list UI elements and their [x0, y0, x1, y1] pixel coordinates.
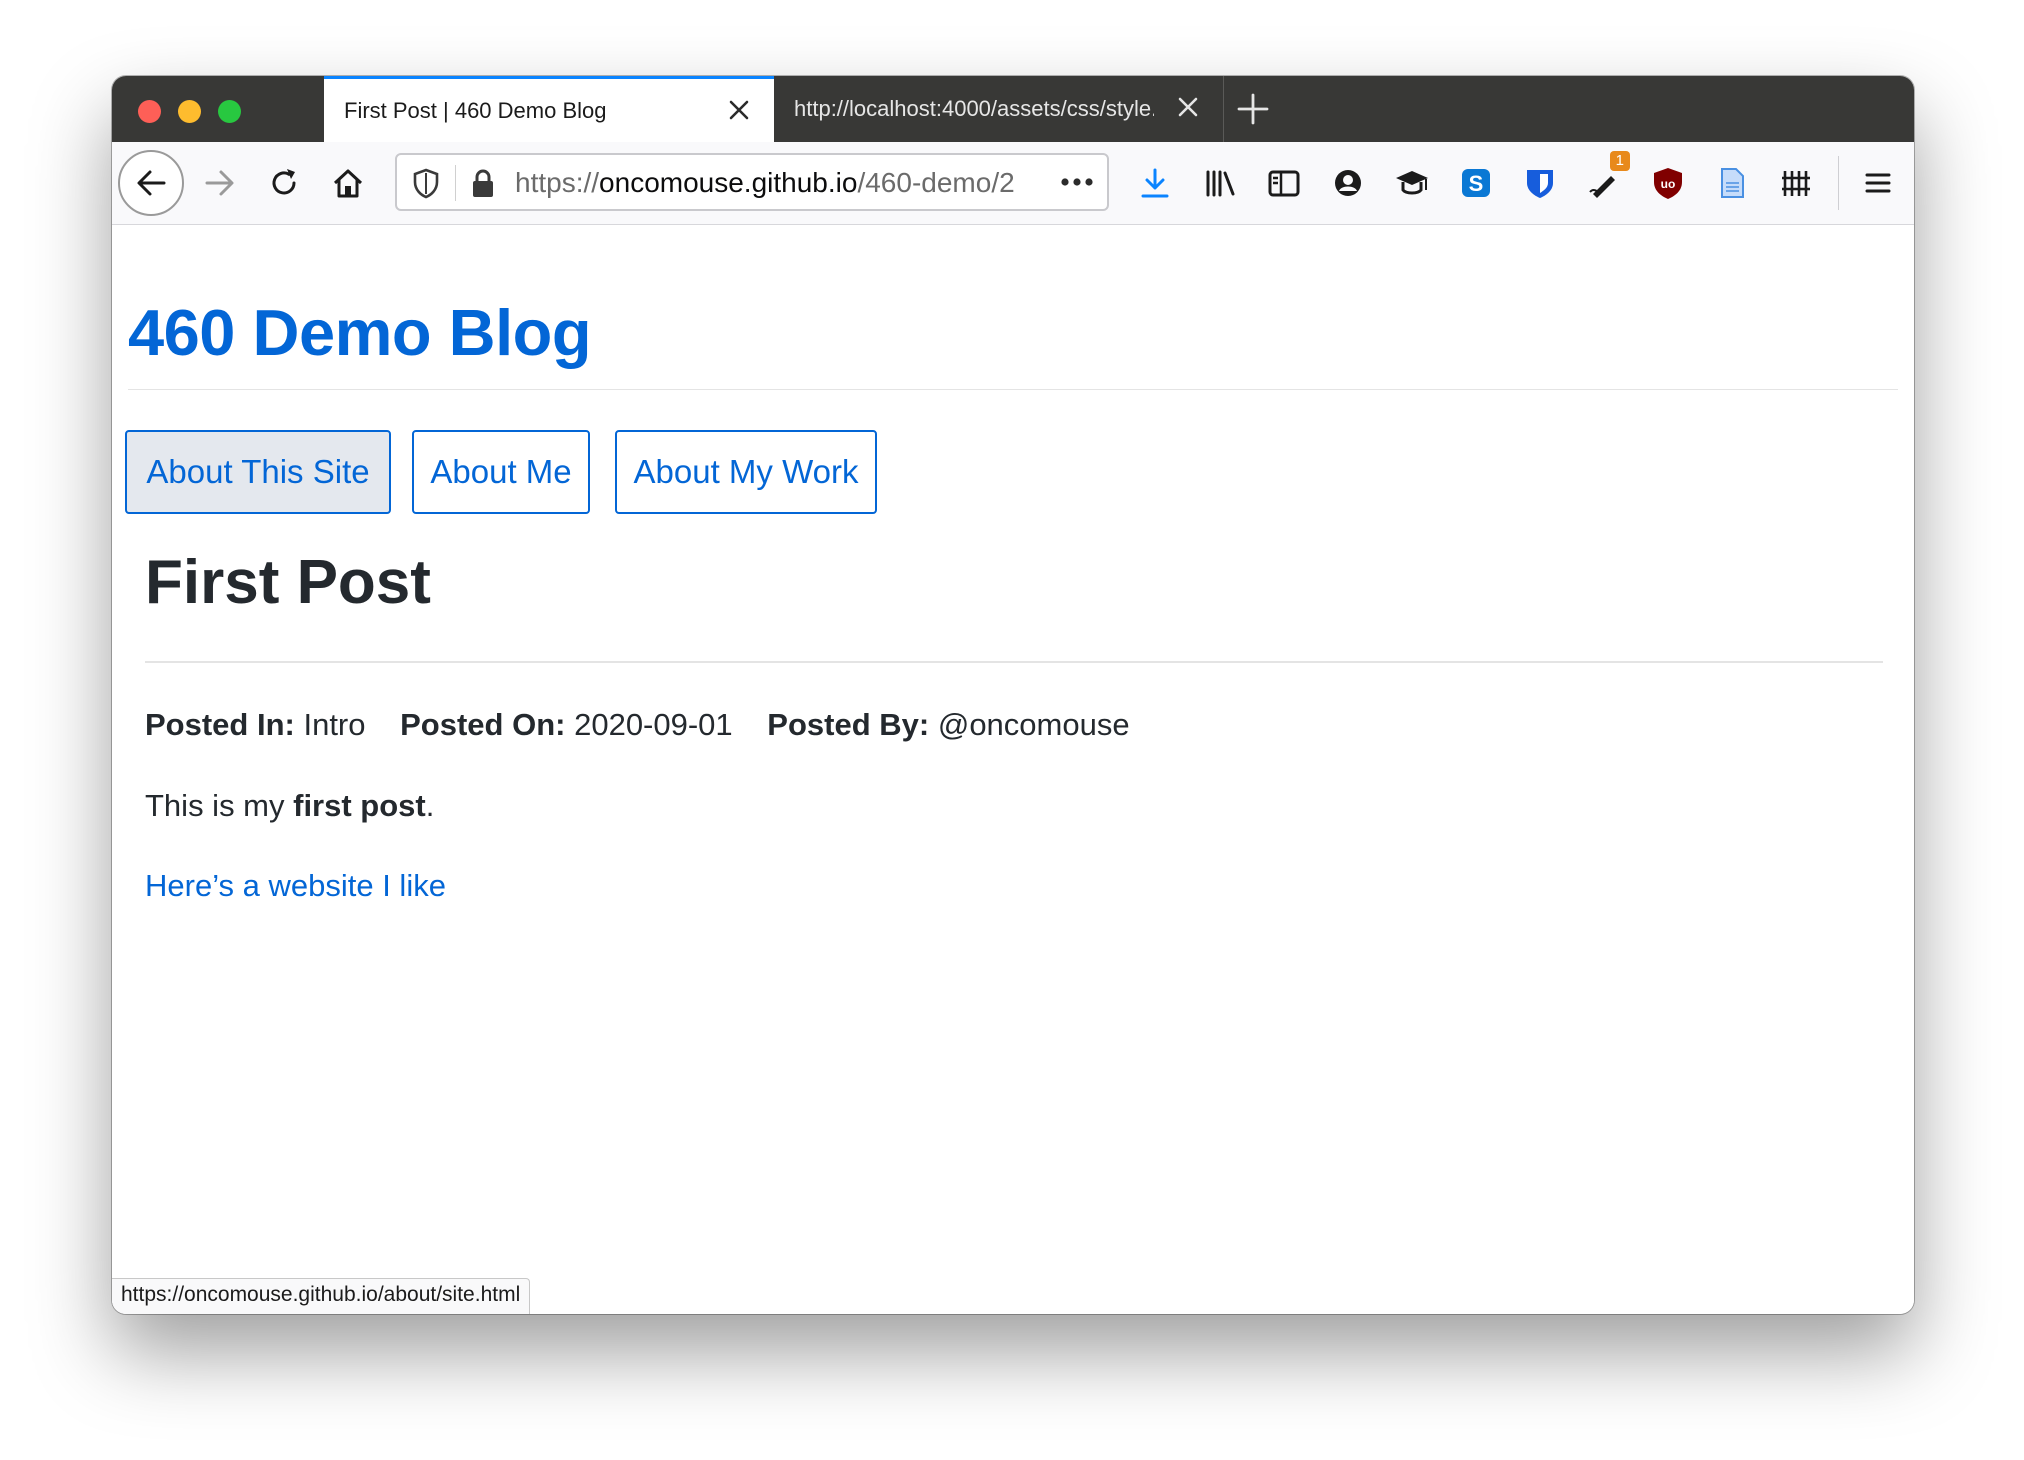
- fence-icon: [1782, 171, 1810, 196]
- library-icon: [1206, 170, 1235, 197]
- new-tab-icon[interactable]: [1236, 92, 1270, 126]
- meta-category: Intro: [303, 707, 366, 742]
- download-icon: [1141, 168, 1169, 198]
- nav-about-this-site[interactable]: About This Site: [125, 430, 391, 514]
- close-tab-icon[interactable]: [1173, 92, 1203, 122]
- extension-ublock-button[interactable]: uo: [1646, 161, 1690, 205]
- body-suffix: .: [425, 788, 435, 823]
- extension-bitwarden-button[interactable]: [1518, 161, 1562, 205]
- downloads-button[interactable]: [1133, 161, 1177, 205]
- home-button[interactable]: [326, 161, 370, 205]
- bitwarden-icon: [1527, 170, 1553, 198]
- window-close-button[interactable]: [138, 100, 161, 123]
- extension-pen-icon: [1589, 176, 1615, 198]
- url-host: oncomouse.github.io: [599, 167, 858, 198]
- post-body: This is my first post.: [145, 788, 434, 824]
- meta-date-label: Posted On:: [400, 707, 566, 742]
- header-divider: [128, 389, 1898, 390]
- account-icon: [1335, 170, 1361, 196]
- url-bar[interactable]: https://oncomouse.github.io/460-demo/2: [395, 153, 1109, 211]
- reload-icon: [272, 169, 296, 195]
- account-button[interactable]: [1326, 161, 1370, 205]
- extension-badge: 1: [1609, 151, 1630, 171]
- toolbar-separator: [1838, 156, 1839, 210]
- nav-about-my-work[interactable]: About My Work: [615, 430, 877, 514]
- extension-pen-button[interactable]: 1: [1582, 151, 1630, 205]
- back-button[interactable]: [118, 150, 184, 216]
- close-tab-icon[interactable]: [724, 95, 754, 125]
- library-button[interactable]: [1198, 161, 1242, 205]
- skype-icon: S: [1462, 169, 1490, 197]
- forward-icon: [205, 170, 234, 196]
- browser-window: First Post | 460 Demo Blog http://localh…: [112, 76, 1914, 1314]
- meta-author-label: Posted By:: [767, 707, 930, 742]
- page-actions-icon[interactable]: [1057, 167, 1097, 197]
- sidebar-button[interactable]: [1262, 161, 1306, 205]
- tab-first-post[interactable]: First Post | 460 Demo Blog: [324, 76, 774, 142]
- tracking-shield-icon[interactable]: [411, 167, 441, 199]
- post-meta: Posted In: Intro Posted On: 2020-09-01 P…: [145, 707, 1130, 743]
- page-content: 460 Demo Blog About This Site About Me A…: [112, 225, 1914, 1314]
- app-menu-button[interactable]: [1856, 161, 1900, 205]
- reload-button[interactable]: [262, 161, 306, 205]
- extension-skype-button[interactable]: S: [1454, 161, 1498, 205]
- back-icon: [137, 170, 166, 196]
- tab-style-css[interactable]: http://localhost:4000/assets/css/style.c…: [774, 76, 1224, 142]
- nav-about-me[interactable]: About Me: [412, 430, 590, 514]
- extension-zotero-button[interactable]: [1390, 161, 1434, 205]
- tab-bar: First Post | 460 Demo Blog http://localh…: [112, 76, 1914, 142]
- menu-icon: [1865, 173, 1891, 193]
- lock-icon[interactable]: [469, 167, 497, 199]
- svg-text:uo: uo: [1661, 177, 1676, 191]
- post-title-divider: [145, 661, 1883, 663]
- tab-title: http://localhost:4000/assets/css/style.c…: [794, 96, 1154, 121]
- url-text[interactable]: https://oncomouse.github.io/460-demo/2: [515, 167, 1045, 199]
- nav-toolbar: https://oncomouse.github.io/460-demo/2 S…: [112, 142, 1914, 225]
- graduation-cap-icon: [1396, 171, 1428, 195]
- extension-fence-button[interactable]: [1774, 161, 1818, 205]
- site-title[interactable]: 460 Demo Blog: [128, 293, 592, 373]
- window-maximize-button[interactable]: [218, 100, 241, 123]
- meta-author: @oncomouse: [937, 707, 1130, 742]
- tab-title: First Post | 460 Demo Blog: [344, 97, 607, 123]
- home-icon: [333, 169, 363, 198]
- website-link[interactable]: Here’s a website I like: [145, 868, 446, 904]
- svg-text:S: S: [1469, 171, 1484, 196]
- post-title: First Post: [145, 548, 431, 617]
- extension-document-button[interactable]: [1710, 161, 1754, 205]
- window-minimize-button[interactable]: [178, 100, 201, 123]
- meta-date: 2020-09-01: [574, 707, 733, 742]
- forward-button[interactable]: [198, 161, 242, 205]
- ublock-icon: uo: [1654, 168, 1682, 199]
- body-bold: first post: [293, 788, 426, 823]
- url-separator: [455, 165, 456, 201]
- document-icon: [1721, 168, 1744, 198]
- url-path: /460-demo/2: [857, 167, 1015, 198]
- status-bar-url: https://oncomouse.github.io/about/site.h…: [112, 1278, 531, 1314]
- body-prefix: This is my: [145, 788, 294, 823]
- url-scheme: https://: [515, 167, 600, 198]
- sidebar-icon: [1268, 170, 1300, 197]
- meta-category-label: Posted In:: [145, 707, 295, 742]
